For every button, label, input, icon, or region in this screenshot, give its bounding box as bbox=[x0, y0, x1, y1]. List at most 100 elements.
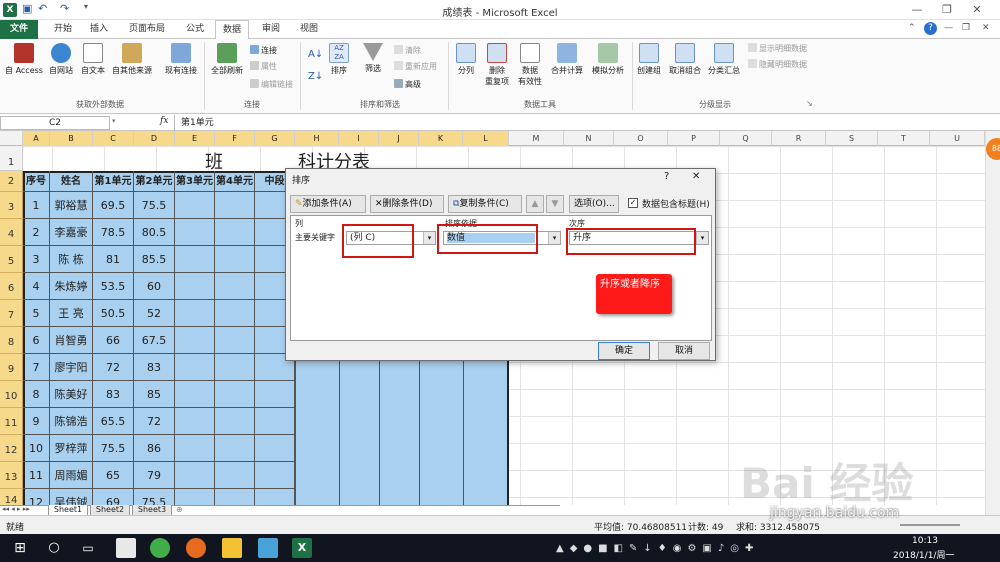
show-detail-button[interactable]: 显示明细数据 bbox=[748, 43, 807, 54]
table-cell[interactable]: 12 bbox=[23, 489, 50, 505]
empty-cell[interactable] bbox=[175, 219, 215, 246]
table-cell[interactable]: 72 bbox=[134, 408, 175, 435]
empty-cell[interactable] bbox=[215, 192, 255, 219]
table-cell[interactable]: 10 bbox=[23, 435, 50, 462]
workbook-minimize-icon[interactable]: — bbox=[944, 23, 953, 33]
col-header-o[interactable]: O bbox=[614, 131, 668, 146]
browser-360-icon[interactable] bbox=[150, 538, 170, 558]
row-header-3[interactable]: 3 bbox=[0, 192, 23, 219]
student-name-cell[interactable]: 李嘉豪 bbox=[50, 219, 93, 246]
filter-button[interactable]: 筛选 bbox=[360, 43, 386, 74]
empty-cell[interactable] bbox=[215, 462, 255, 489]
function-icon[interactable]: fx bbox=[160, 116, 168, 126]
table-cell[interactable]: 60 bbox=[134, 273, 175, 300]
table-cell[interactable]: 6 bbox=[23, 327, 50, 354]
group-button[interactable]: 创建组 bbox=[634, 43, 664, 76]
table-cell[interactable]: 53.5 bbox=[93, 273, 134, 300]
ungroup-button[interactable]: 取消组合 bbox=[666, 43, 704, 76]
student-name-cell[interactable]: 周雨媚 bbox=[50, 462, 93, 489]
consolidate-button[interactable]: 合并计算 bbox=[548, 43, 586, 76]
formula-input[interactable]: 第1单元 bbox=[174, 115, 1000, 131]
table-cell[interactable]: 83 bbox=[134, 354, 175, 381]
reapply-button[interactable]: 重新应用 bbox=[394, 61, 437, 72]
table-cell[interactable]: 11 bbox=[23, 462, 50, 489]
sort-ascending-button[interactable]: A↓ bbox=[308, 49, 323, 60]
tab-home[interactable]: 开始 bbox=[48, 20, 78, 39]
empty-cell[interactable] bbox=[255, 408, 295, 435]
empty-cell[interactable] bbox=[215, 408, 255, 435]
sort-descending-button[interactable]: Z↓ bbox=[308, 71, 323, 82]
restore-button[interactable]: ❐ bbox=[936, 1, 958, 19]
help-icon[interactable]: ? bbox=[924, 22, 937, 35]
excel-taskbar-icon[interactable]: X bbox=[292, 538, 312, 558]
empty-cell[interactable] bbox=[215, 246, 255, 273]
table-cell[interactable]: 85 bbox=[134, 381, 175, 408]
table-cell[interactable]: 52 bbox=[134, 300, 175, 327]
empty-cell[interactable] bbox=[215, 381, 255, 408]
tab-review[interactable]: 审阅 bbox=[256, 20, 286, 39]
empty-cell[interactable] bbox=[175, 489, 215, 505]
table-cell[interactable]: 75.5 bbox=[93, 435, 134, 462]
table-cell[interactable]: 86 bbox=[134, 435, 175, 462]
row-header-13[interactable]: 13 bbox=[0, 462, 23, 489]
table-cell[interactable]: 69 bbox=[93, 489, 134, 505]
clock-date[interactable]: 2018/1/1/周一 bbox=[893, 548, 954, 561]
col-header-i[interactable]: I bbox=[339, 131, 379, 146]
table-cell[interactable]: 69.5 bbox=[93, 192, 134, 219]
col-header-g[interactable]: G bbox=[255, 131, 295, 146]
student-name-cell[interactable]: 陈美好 bbox=[50, 381, 93, 408]
table-cell[interactable]: 8 bbox=[23, 381, 50, 408]
col-header-t[interactable]: T bbox=[878, 131, 930, 146]
tray-icons[interactable]: ▲◆●■◧✎↓♦◉⚙▣♪◎✚ bbox=[556, 543, 759, 554]
header-cell-unit1[interactable]: 第1单元 bbox=[93, 171, 134, 192]
search-icon[interactable]: ○ bbox=[44, 538, 64, 558]
empty-cell[interactable] bbox=[215, 489, 255, 505]
from-web-button[interactable]: 自网站 bbox=[46, 43, 76, 76]
options-button[interactable]: 选项(O)... bbox=[569, 195, 619, 213]
select-all-corner[interactable] bbox=[0, 131, 23, 146]
delete-level-button[interactable]: ✕删除条件(D) bbox=[370, 195, 444, 213]
firefox-icon[interactable] bbox=[186, 538, 206, 558]
table-cell[interactable]: 78.5 bbox=[93, 219, 134, 246]
table-cell[interactable]: 67.5 bbox=[134, 327, 175, 354]
tab-page-layout[interactable]: 页面布局 bbox=[124, 20, 170, 39]
col-header-j[interactable]: J bbox=[379, 131, 419, 146]
col-header-b[interactable]: B bbox=[50, 131, 93, 146]
col-header-q[interactable]: Q bbox=[720, 131, 772, 146]
subtotal-button[interactable]: 分类汇总 bbox=[706, 43, 742, 76]
text-to-columns-button[interactable]: 分列 bbox=[452, 43, 480, 76]
tab-formulas[interactable]: 公式 bbox=[180, 20, 210, 39]
row-header-11[interactable]: 11 bbox=[0, 408, 23, 435]
add-level-button[interactable]: ✎添加条件(A) bbox=[290, 195, 366, 213]
col-header-f[interactable]: F bbox=[215, 131, 255, 146]
empty-cell[interactable] bbox=[215, 354, 255, 381]
task-view-icon[interactable]: ▭ bbox=[78, 538, 98, 558]
tab-data[interactable]: 数据 bbox=[215, 20, 249, 40]
col-header-p[interactable]: P bbox=[668, 131, 720, 146]
table-cell[interactable]: 5 bbox=[23, 300, 50, 327]
table-cell[interactable]: 83 bbox=[93, 381, 134, 408]
col-header-u[interactable]: U bbox=[930, 131, 985, 146]
new-sheet-icon[interactable]: ⊕ bbox=[176, 505, 183, 514]
empty-cell[interactable] bbox=[255, 381, 295, 408]
empty-cell[interactable] bbox=[175, 435, 215, 462]
properties-button[interactable]: 属性 bbox=[250, 61, 277, 72]
table-cell[interactable]: 66 bbox=[93, 327, 134, 354]
student-name-cell[interactable]: 廖宇阳 bbox=[50, 354, 93, 381]
tab-insert[interactable]: 插入 bbox=[84, 20, 114, 39]
table-cell[interactable]: 7 bbox=[23, 354, 50, 381]
col-header-c[interactable]: C bbox=[93, 131, 134, 146]
table-cell[interactable]: 50.5 bbox=[93, 300, 134, 327]
empty-cell[interactable] bbox=[215, 300, 255, 327]
table-cell[interactable]: 79 bbox=[134, 462, 175, 489]
row-header-4[interactable]: 4 bbox=[0, 219, 23, 246]
table-cell[interactable]: 75.5 bbox=[134, 489, 175, 505]
student-name-cell[interactable]: 陈 栋 bbox=[50, 246, 93, 273]
dialog-close-button[interactable]: ✕ bbox=[692, 171, 700, 182]
empty-cell[interactable] bbox=[175, 408, 215, 435]
zoom-slider[interactable] bbox=[900, 524, 960, 526]
table-cell[interactable]: 1 bbox=[23, 192, 50, 219]
empty-cell[interactable] bbox=[175, 192, 215, 219]
remove-duplicates-button[interactable]: 删除 重复项 bbox=[482, 43, 512, 87]
student-name-cell[interactable]: 朱炼婷 bbox=[50, 273, 93, 300]
